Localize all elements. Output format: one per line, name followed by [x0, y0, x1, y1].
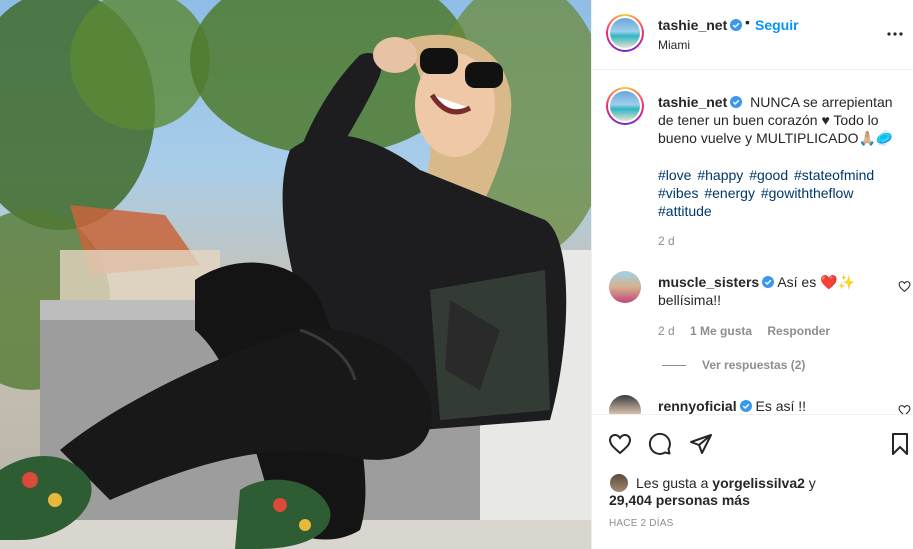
verified-badge-icon: [730, 19, 743, 31]
commenter-avatar[interactable]: [609, 271, 641, 303]
bookmark-icon[interactable]: [888, 432, 912, 456]
comment-meta: 2 d 1 Me gusta Responder: [658, 324, 842, 338]
post-photo[interactable]: [0, 0, 591, 549]
author-username[interactable]: tashie_net: [658, 17, 743, 33]
hashtag-link[interactable]: #attitude: [658, 203, 712, 219]
likes-summary: Les gusta a yorgelissilva2 y: [636, 475, 816, 491]
post-location[interactable]: Miami: [658, 38, 690, 52]
comment-like-heart-icon[interactable]: [898, 280, 911, 293]
comment-icon[interactable]: [648, 432, 672, 456]
caption-text: tashie_net NUNCA se arrepientan de tener…: [658, 93, 902, 147]
likes-count[interactable]: 29,404 personas más: [609, 492, 750, 508]
post-actions: Les gusta a yorgelissilva2 y 29,404 pers…: [592, 414, 913, 549]
commenter-avatar[interactable]: [609, 395, 641, 414]
reply-button[interactable]: Responder: [767, 324, 830, 338]
author-avatar[interactable]: [606, 14, 644, 52]
follow-button[interactable]: Seguir: [755, 17, 799, 33]
separator-dot: •: [745, 14, 750, 30]
comment-likes-count[interactable]: 1 Me gusta: [690, 324, 752, 338]
view-replies-button[interactable]: Ver respuestas (2): [662, 358, 805, 372]
comment-text: muscle_sisters Así es ❤️✨ bellísima!!: [658, 273, 888, 309]
commenter-username[interactable]: rennyoficial: [658, 398, 752, 414]
replies-divider-line: [662, 365, 686, 367]
post-header: tashie_net • Seguir Miami: [592, 0, 913, 70]
hashtag-link[interactable]: #happy: [697, 167, 743, 183]
more-horizontal-icon[interactable]: [885, 24, 905, 44]
hashtag-link[interactable]: #good: [749, 167, 788, 183]
post-side-panel: tashie_net • Seguir Miami tashie_net NUN…: [591, 0, 913, 549]
caption-hashtags: #love #happy #good #stateofmind #vibes #…: [658, 166, 902, 220]
liker-avatar[interactable]: [609, 473, 629, 493]
caption-timestamp[interactable]: 2 d: [658, 234, 675, 248]
hashtag-link[interactable]: #energy: [704, 185, 755, 201]
comment-body: Es así !!: [755, 398, 807, 414]
post-time-ago[interactable]: HACE 2 DÍAS: [609, 518, 673, 529]
hashtag-link[interactable]: #love: [658, 167, 691, 183]
liked-by-username[interactable]: yorgelissilva2: [712, 475, 805, 491]
caption-username[interactable]: tashie_net: [658, 94, 743, 110]
verified-badge-icon: [730, 96, 743, 108]
hashtag-link[interactable]: #gowiththeflow: [761, 185, 854, 201]
share-icon[interactable]: [689, 432, 713, 456]
heart-icon[interactable]: [608, 432, 632, 456]
hashtag-link[interactable]: #vibes: [658, 185, 698, 201]
comment-timestamp[interactable]: 2 d: [658, 324, 675, 338]
caption-author-avatar[interactable]: [606, 87, 644, 125]
hashtag-link[interactable]: #stateofmind: [794, 167, 874, 183]
comments-section[interactable]: tashie_net NUNCA se arrepientan de tener…: [592, 71, 913, 414]
commenter-username[interactable]: muscle_sisters: [658, 274, 775, 290]
verified-badge-icon: [762, 276, 775, 288]
post-photo-illustration: [0, 0, 591, 549]
comment-like-heart-icon[interactable]: [898, 404, 911, 414]
comment-text: rennyoficial Es así !!: [658, 397, 888, 414]
verified-badge-icon: [739, 400, 752, 412]
